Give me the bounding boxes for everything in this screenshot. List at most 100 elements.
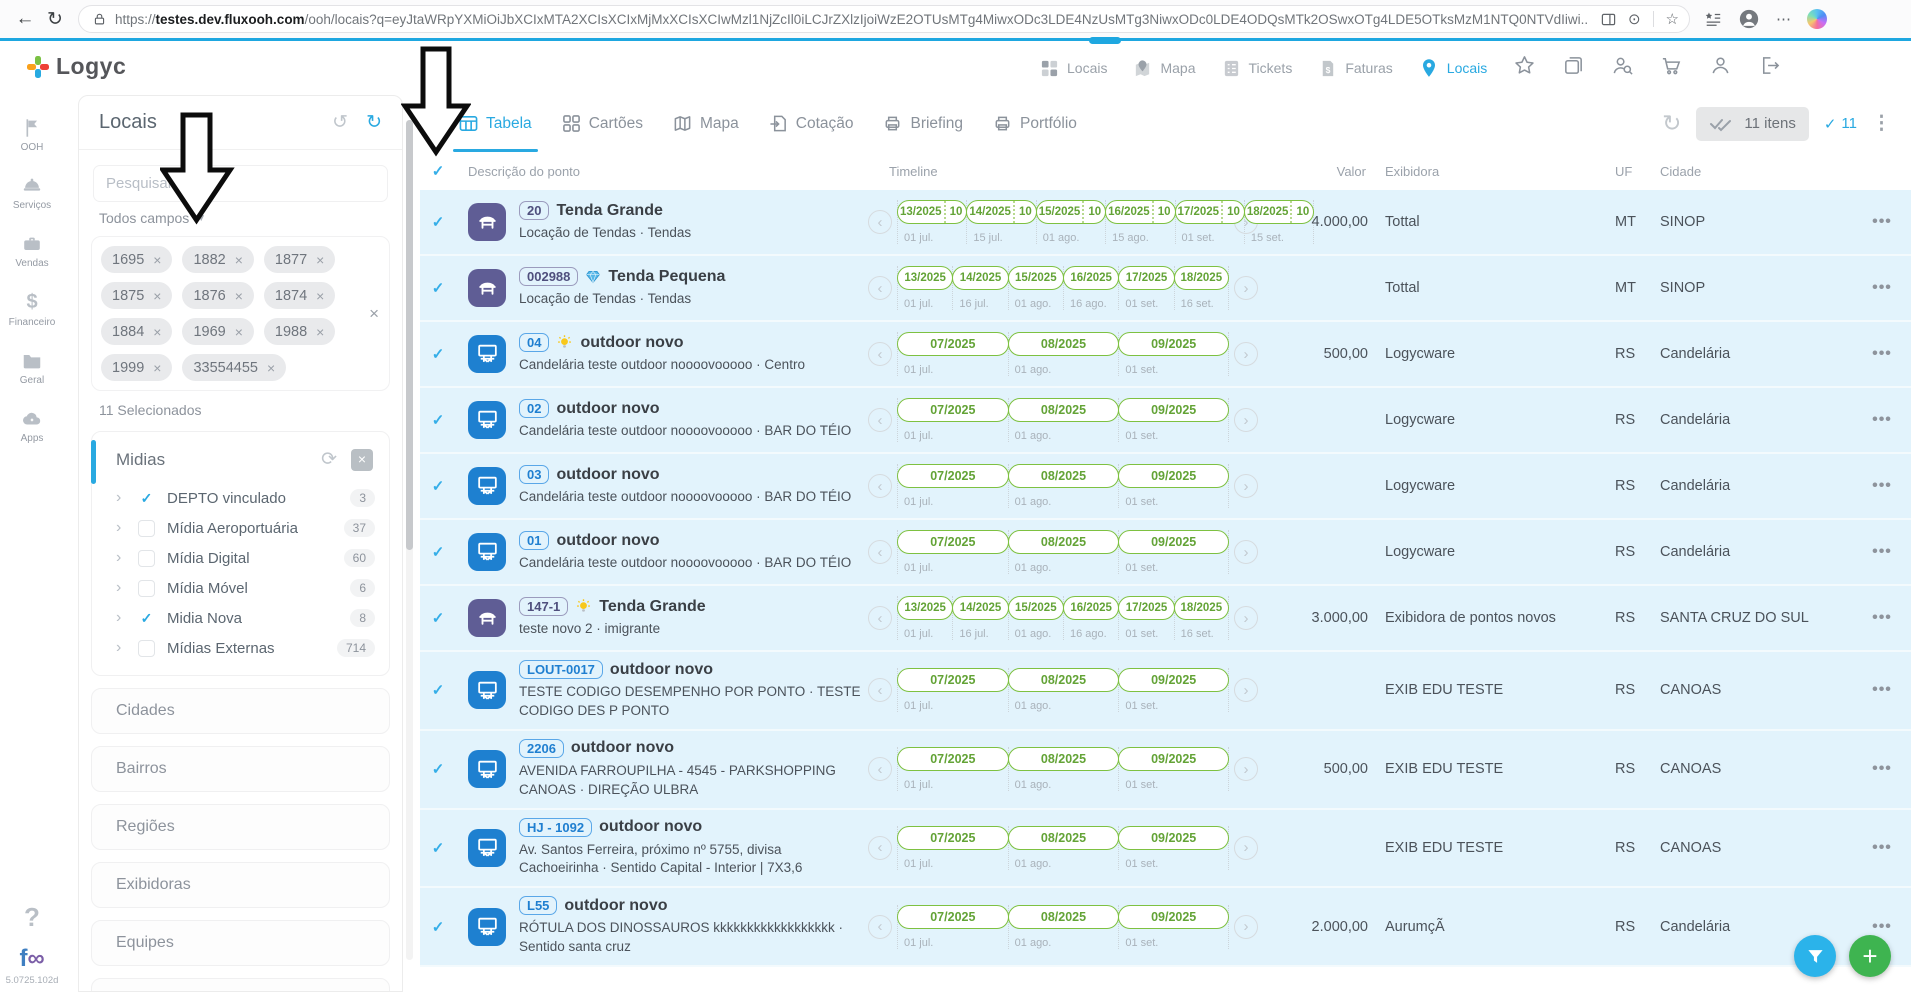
midia-item-midia-nova[interactable]: › ✓ Midia Nova 8 bbox=[92, 603, 389, 633]
timeline-chip[interactable]: 16/202510 bbox=[1105, 200, 1175, 224]
filter-section-regio-es[interactable]: Regiões bbox=[91, 804, 390, 850]
timeline-chip[interactable]: 07/2025 bbox=[897, 332, 1009, 356]
help-button[interactable]: ? bbox=[0, 902, 64, 933]
browser-reload-icon[interactable]: ↻ bbox=[40, 8, 70, 31]
timeline-prev-icon[interactable]: ‹ bbox=[868, 276, 892, 300]
row-menu-icon[interactable]: ••• bbox=[1872, 681, 1892, 698]
timeline-chip[interactable]: 14/202510 bbox=[966, 200, 1036, 224]
timeline-prev-icon[interactable]: ‹ bbox=[868, 678, 892, 702]
filter-chip[interactable]: 1988× bbox=[264, 318, 335, 345]
table-row[interactable]: ✓ 20 Tenda Grande Locação de Tendas · Te… bbox=[420, 190, 1911, 256]
nav-mapa[interactable]: Mapa bbox=[1133, 59, 1195, 78]
timeline-chip[interactable]: 13/2025 bbox=[897, 596, 953, 620]
row-check-icon[interactable]: ✓ bbox=[420, 760, 456, 778]
chip-remove-icon[interactable]: × bbox=[235, 288, 243, 304]
chip-remove-icon[interactable]: × bbox=[153, 324, 161, 340]
folderc-button[interactable] bbox=[1562, 54, 1585, 82]
timeline-chip[interactable]: 16/2025 bbox=[1063, 596, 1119, 620]
expand-chevron-icon[interactable]: › bbox=[116, 549, 126, 567]
timeline-chip[interactable]: 17/202510 bbox=[1175, 200, 1245, 224]
tab-mapa[interactable]: Mapa bbox=[673, 95, 739, 152]
row-check-icon[interactable]: ✓ bbox=[420, 411, 456, 429]
row-menu-icon[interactable]: ••• bbox=[1872, 411, 1892, 428]
filter-chip[interactable]: 1882× bbox=[182, 246, 253, 273]
timeline-chip[interactable]: 13/2025 bbox=[897, 266, 953, 290]
chip-remove-icon[interactable]: × bbox=[267, 360, 275, 376]
table-row[interactable]: ✓ 002988 Tenda Pequena Locação de Tendas… bbox=[420, 256, 1911, 322]
clear-chips-icon[interactable]: × bbox=[369, 304, 379, 324]
checkbox[interactable] bbox=[138, 640, 155, 657]
row-menu-icon[interactable]: ••• bbox=[1872, 760, 1892, 777]
filter-chip[interactable]: 1876× bbox=[182, 282, 253, 309]
timeline-chip[interactable]: 14/2025 bbox=[952, 266, 1008, 290]
timeline-prev-icon[interactable]: ‹ bbox=[868, 540, 892, 564]
history-icon[interactable]: ↺ bbox=[332, 111, 348, 134]
col-valor[interactable]: Valor bbox=[1266, 164, 1368, 179]
midia-item-mi-dias-externas[interactable]: › Mídias Externas 714 bbox=[92, 633, 389, 663]
timeline-chip[interactable]: 09/2025 bbox=[1118, 464, 1229, 488]
rail-item-servic-os[interactable]: Serviços bbox=[0, 175, 64, 211]
table-row[interactable]: ✓ 2206 outdoor novo AVENIDA FARROUPILHA … bbox=[420, 731, 1911, 810]
more-options-icon[interactable]: ⋮ bbox=[1872, 112, 1891, 135]
items-count-chip[interactable]: 11 itens bbox=[1696, 107, 1808, 141]
table-row[interactable]: ✓ L55 outdoor novo RÓTULA DOS DINOSSAURO… bbox=[420, 888, 1911, 967]
address-bar[interactable]: https://testes.dev.fluxooh.com/ooh/locai… bbox=[78, 5, 1690, 33]
timeline-next-icon[interactable]: › bbox=[1234, 276, 1258, 300]
timeline-chip[interactable]: 17/2025 bbox=[1118, 596, 1174, 620]
midia-item-mi-dia-mo-vel[interactable]: › Mídia Móvel 6 bbox=[92, 573, 389, 603]
extensions-icon[interactable]: ⊙ bbox=[1628, 10, 1641, 28]
row-check-icon[interactable]: ✓ bbox=[420, 609, 456, 627]
split-screen-icon[interactable] bbox=[1601, 12, 1616, 27]
timeline-chip[interactable]: 14/2025 bbox=[952, 596, 1008, 620]
row-menu-icon[interactable]: ••• bbox=[1872, 345, 1892, 362]
row-menu-icon[interactable]: ••• bbox=[1872, 918, 1892, 935]
timeline-next-icon[interactable]: › bbox=[1234, 836, 1258, 860]
filter-chip[interactable]: 1695× bbox=[101, 246, 172, 273]
select-all-icon[interactable]: ✓ bbox=[420, 162, 456, 180]
midia-item-depto-vinculado[interactable]: › ✓ DEPTO vinculado 3 bbox=[92, 483, 389, 513]
expand-chevron-icon[interactable]: › bbox=[116, 579, 126, 597]
row-menu-icon[interactable]: ••• bbox=[1872, 543, 1892, 560]
timeline-chip[interactable]: 07/2025 bbox=[897, 747, 1009, 771]
row-check-icon[interactable]: ✓ bbox=[420, 213, 456, 231]
timeline-prev-icon[interactable]: ‹ bbox=[868, 474, 892, 498]
table-row[interactable]: ✓ 01 outdoor novo Candelária teste outdo… bbox=[420, 520, 1911, 586]
rail-item-geral[interactable]: Geral bbox=[0, 350, 64, 386]
timeline-chip[interactable]: 08/2025 bbox=[1008, 668, 1120, 692]
col-timeline[interactable]: Timeline bbox=[868, 164, 1266, 179]
timeline-next-icon[interactable]: › bbox=[1234, 342, 1258, 366]
col-cidade[interactable]: Cidade bbox=[1648, 164, 1853, 179]
expand-chevron-icon[interactable]: › bbox=[116, 519, 126, 537]
filter-section-bairros[interactable]: Bairros bbox=[91, 746, 390, 792]
midias-sync-icon[interactable]: ⟳ bbox=[321, 448, 337, 471]
scrollbar-thumb[interactable] bbox=[406, 120, 413, 550]
filter-section-cidades[interactable]: Cidades bbox=[91, 688, 390, 734]
expand-chevron-icon[interactable]: › bbox=[116, 639, 126, 657]
timeline-chip[interactable]: 07/2025 bbox=[897, 398, 1009, 422]
tab-carto-es[interactable]: Cartões bbox=[562, 95, 643, 152]
timeline-chip[interactable]: 09/2025 bbox=[1118, 398, 1229, 422]
rail-item-ooh[interactable]: OOH bbox=[0, 117, 64, 153]
row-check-icon[interactable]: ✓ bbox=[420, 345, 456, 363]
rail-item-financeiro[interactable]: $Financeiro bbox=[0, 291, 64, 328]
col-descricao[interactable]: Descrição do ponto bbox=[456, 164, 868, 179]
timeline-chip[interactable]: 09/2025 bbox=[1118, 826, 1229, 850]
timeline-chip[interactable]: 09/2025 bbox=[1118, 332, 1229, 356]
psearch-button[interactable] bbox=[1611, 54, 1634, 82]
table-row[interactable]: ✓ HJ - 1092 outdoor novo Av. Santos Ferr… bbox=[420, 810, 1911, 889]
tab-portfo-lio[interactable]: Portfólio bbox=[993, 95, 1077, 152]
timeline-chip[interactable]: 18/202510 bbox=[1244, 200, 1314, 224]
row-menu-icon[interactable]: ••• bbox=[1872, 609, 1892, 626]
search-box[interactable] bbox=[93, 165, 388, 202]
timeline-next-icon[interactable]: › bbox=[1234, 474, 1258, 498]
filter-section-equipes[interactable]: Equipes bbox=[91, 920, 390, 966]
col-exibidora[interactable]: Exibidora bbox=[1368, 164, 1603, 179]
timeline-chip[interactable]: 09/2025 bbox=[1118, 530, 1229, 554]
timeline-prev-icon[interactable]: ‹ bbox=[868, 757, 892, 781]
tab-briefing[interactable]: Briefing bbox=[883, 95, 963, 152]
timeline-chip[interactable]: 07/2025 bbox=[897, 530, 1009, 554]
timeline-chip[interactable]: 08/2025 bbox=[1008, 398, 1120, 422]
timeline-chip[interactable]: 16/2025 bbox=[1063, 266, 1119, 290]
table-row[interactable]: ✓ 02 outdoor novo Candelária teste outdo… bbox=[420, 388, 1911, 454]
timeline-chip[interactable]: 09/2025 bbox=[1118, 905, 1229, 929]
